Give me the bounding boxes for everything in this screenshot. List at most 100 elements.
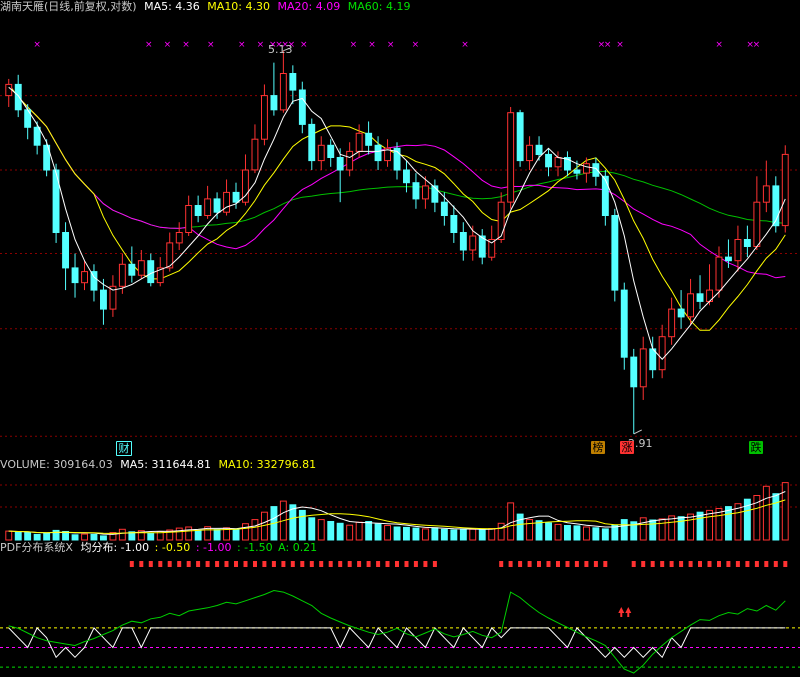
signal-strip-block — [764, 561, 769, 567]
candle-body — [526, 144, 533, 162]
signal-strip-block — [631, 561, 636, 567]
candle-body — [440, 201, 448, 216]
high-price-label: 5.13 — [268, 43, 293, 56]
candle-body — [753, 201, 761, 247]
candle-body — [327, 144, 335, 159]
candle-body — [5, 83, 13, 97]
volume-bar — [706, 509, 713, 541]
tag-bang[interactable]: 榜 — [591, 441, 605, 454]
ma20-value: MA20: 4.09 — [277, 0, 341, 13]
signal-strip-block — [167, 561, 172, 567]
candle-body — [573, 169, 581, 174]
volume-bar — [488, 528, 496, 541]
signal-strip-block — [253, 561, 257, 567]
candle-body — [81, 271, 88, 284]
candle-body — [469, 235, 477, 251]
signal-strip-block — [376, 561, 381, 567]
volume-bar — [573, 525, 581, 541]
signal-strip-block — [290, 561, 295, 567]
candle-body — [583, 163, 590, 174]
signal-strip-block — [177, 561, 182, 567]
candle-body — [459, 232, 467, 251]
candle-body — [431, 185, 439, 203]
signal-strip-block — [423, 561, 428, 567]
signal-strip-block — [385, 561, 390, 567]
signal-strip-block — [129, 561, 134, 567]
candle-body — [422, 185, 429, 200]
signal-marker: × — [145, 40, 153, 50]
candle-body — [261, 95, 268, 140]
volume-bar — [175, 527, 183, 541]
signal-strip-block — [556, 561, 560, 567]
volume-bar — [545, 522, 552, 541]
low-pointer — [633, 429, 642, 435]
volume-bar — [601, 528, 609, 541]
signal-strip-block — [754, 561, 759, 567]
signal-strip-block — [281, 561, 286, 567]
signal-strip-block — [584, 561, 589, 567]
tag-cai[interactable]: 财 — [116, 441, 132, 456]
signal-strip-block — [688, 561, 693, 567]
volume-bar — [194, 529, 202, 541]
volume-bar — [620, 519, 628, 541]
ma60-value: MA60: 4.19 — [347, 0, 411, 13]
signal-strip-block — [148, 561, 153, 567]
signal-marker: × — [616, 40, 624, 50]
candle-body — [62, 232, 69, 269]
volume-bar — [459, 528, 467, 541]
candle-body — [251, 138, 259, 171]
signal-strip-block — [196, 561, 201, 567]
pdf-indicator-chart[interactable] — [0, 553, 800, 677]
signal-strip-block — [205, 561, 210, 567]
indicator-a-line — [8, 589, 786, 674]
signal-strip-block — [300, 561, 305, 567]
signal-strip-block — [499, 561, 504, 567]
candle-body — [14, 83, 22, 111]
signal-marker: × — [33, 40, 41, 50]
signal-strip-block — [574, 561, 579, 567]
volume-bar — [412, 527, 420, 541]
volume-bar — [639, 517, 647, 541]
volume-bar — [355, 521, 363, 541]
signal-marker: × — [412, 40, 420, 50]
signal-strip-block — [565, 561, 570, 567]
tag-die[interactable]: 跌 — [749, 441, 763, 454]
candle-body — [346, 150, 354, 171]
volume-bar — [317, 519, 325, 541]
volume-bar — [478, 529, 486, 541]
signal-strip-block — [158, 561, 163, 567]
candle-body — [204, 198, 212, 216]
volume-bar — [554, 523, 562, 541]
volume-bar — [24, 532, 32, 541]
volume-bar — [308, 517, 316, 541]
signal-marker: × — [461, 40, 469, 50]
signal-strip-block — [224, 561, 229, 567]
candle-body — [194, 205, 202, 216]
signal-strip-block — [518, 561, 523, 567]
volume-bar — [658, 518, 666, 541]
signal-strip-block — [593, 561, 598, 567]
signal-strip-block — [660, 561, 665, 567]
candle-body — [308, 123, 316, 162]
volume-ma5: MA5: 311644.81 — [120, 458, 211, 471]
volume-bar — [526, 519, 533, 541]
signal-strip-block — [650, 561, 655, 567]
tag-zhang[interactable]: 涨 — [620, 441, 634, 454]
volume-bar — [185, 526, 193, 541]
candle-body — [147, 260, 155, 284]
indicator-header: PDF分布系统X 均分布: -1.00 : -0.50 : -1.00 : -1… — [0, 541, 321, 555]
volume-bar — [781, 482, 789, 541]
indicator-avg: 均分布: -1.00 — [80, 541, 150, 554]
volume-bar — [507, 502, 515, 541]
volume-bar — [327, 521, 335, 541]
signal-strip-block — [726, 561, 731, 567]
volume-bar — [384, 525, 392, 541]
signal-strip-block — [234, 561, 238, 567]
volume-bar — [696, 511, 704, 541]
candlestick-chart[interactable]: × × × × × × × ×××× × × × × × × ×× × × ×× — [0, 0, 800, 453]
indicator-title: PDF分布系统X — [0, 541, 73, 554]
signal-strip-block — [698, 561, 702, 567]
signal-strip-block — [508, 561, 513, 567]
volume-bar — [213, 529, 221, 541]
volume-bar — [242, 523, 249, 541]
